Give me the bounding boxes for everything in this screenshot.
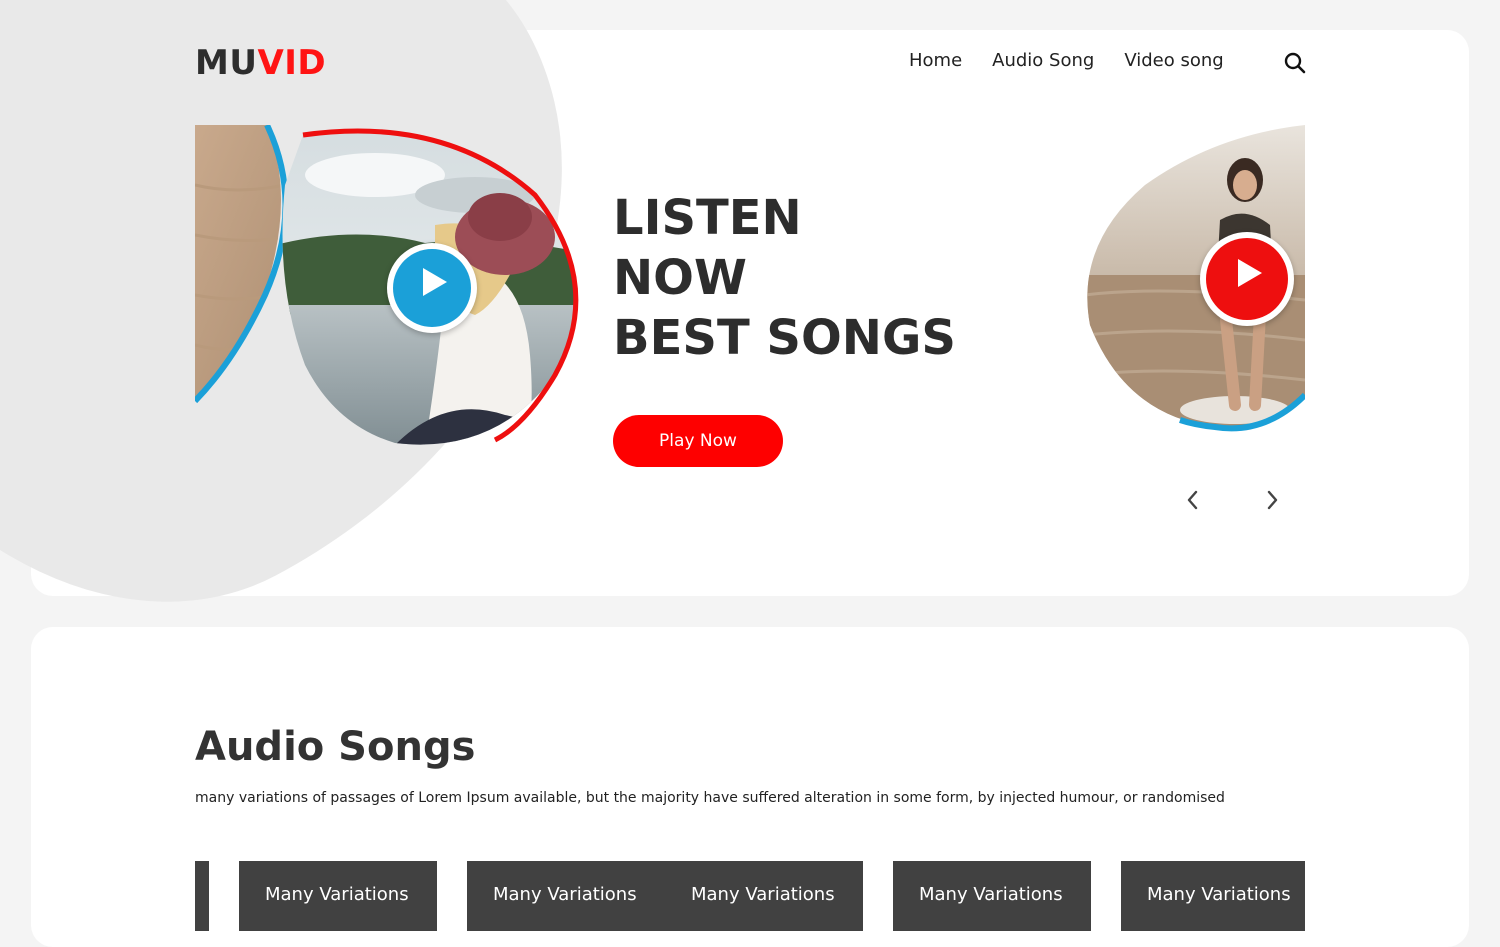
song-tile-label: Many Variations — [265, 884, 409, 905]
play-icon — [1238, 259, 1262, 287]
nav-item-home[interactable]: Home — [909, 50, 962, 71]
headline-line-1: LISTEN — [613, 190, 802, 246]
headline-line-2: NOW — [613, 250, 747, 306]
play-now-button[interactable]: Play Now — [613, 415, 783, 467]
song-tile[interactable]: Many Variations — [1121, 861, 1305, 931]
song-tile-label: Many Variations — [919, 884, 1063, 905]
hero-headline: LISTEN NOW BEST SONGS — [613, 188, 956, 368]
song-tile[interactable]: Many Variations — [239, 861, 437, 931]
play-button-right[interactable] — [1200, 232, 1294, 326]
search-icon[interactable] — [1284, 52, 1306, 74]
song-tile[interactable]: Many Variations Many Variations — [467, 861, 863, 931]
logo-text-dark: MU — [195, 43, 258, 83]
play-button-left[interactable] — [387, 243, 477, 333]
song-tile-label: Many Variations — [691, 884, 835, 905]
nav-item-audio-song[interactable]: Audio Song — [992, 50, 1094, 71]
chevron-right-icon[interactable] — [1260, 488, 1284, 512]
section-description: many variations of passages of Lorem Ips… — [195, 790, 1225, 806]
logo[interactable]: MUVID — [195, 44, 326, 82]
logo-text-red: VID — [257, 43, 327, 83]
song-tile-label: Many Variations — [1147, 884, 1291, 905]
main-nav: Home Audio Song Video song — [909, 50, 1224, 71]
section-title: Audio Songs — [195, 724, 476, 770]
song-tile[interactable]: Many Variations — [893, 861, 1091, 931]
headline-line-3: BEST SONGS — [613, 310, 956, 366]
chevron-left-icon[interactable] — [1181, 488, 1205, 512]
song-tile-partial[interactable] — [195, 861, 209, 931]
nav-item-video-song[interactable]: Video song — [1124, 50, 1223, 71]
play-icon — [423, 268, 447, 296]
song-tile-label: Many Variations — [493, 884, 637, 905]
